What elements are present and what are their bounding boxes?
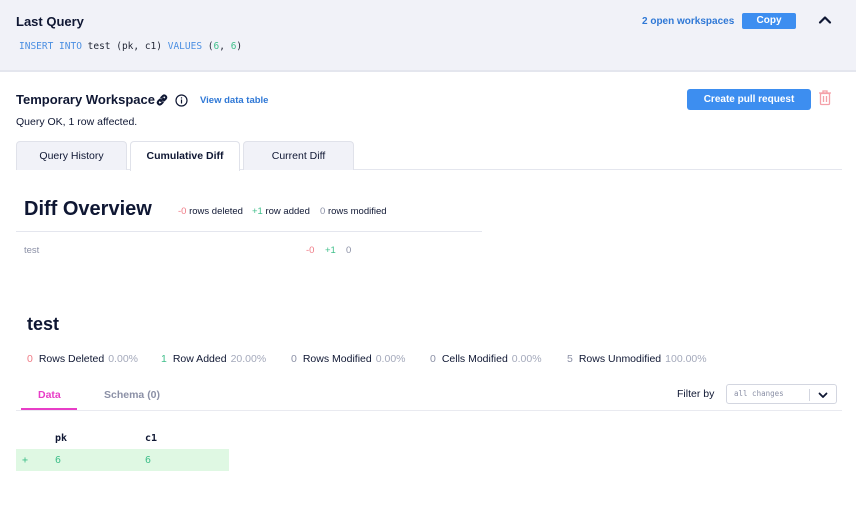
table-cell: 6	[55, 455, 62, 466]
filter-select[interactable]: all changes	[726, 384, 837, 404]
overview-deleted-count: -0	[306, 245, 315, 256]
sql-query: INSERT INTO test (pk, c1) VALUES (6, 6)	[19, 41, 242, 52]
open-workspaces-link[interactable]: 2 open workspaces	[642, 16, 734, 27]
tab-query-history[interactable]: Query History	[16, 141, 127, 170]
stat-label: Cells Modified	[441, 353, 508, 365]
info-icon[interactable]	[175, 94, 188, 107]
overview-divider	[16, 231, 482, 232]
summary-added-label: row added	[265, 206, 310, 217]
summary-deleted: -0 rows deleted	[178, 206, 243, 217]
tab-cumulative-diff[interactable]: Cumulative Diff	[130, 141, 240, 171]
table-row	[16, 449, 229, 471]
sql-text: test (pk, c1)	[81, 41, 168, 52]
last-query-panel: Last Query INSERT INTO test (pk, c1) VAL…	[0, 0, 856, 72]
sql-text: ,	[219, 41, 231, 52]
stat-count: 0	[291, 353, 297, 365]
column-header-c1: c1	[145, 433, 158, 444]
stat-rows-deleted: 0 Rows Deleted 0.00%	[27, 353, 138, 365]
chevron-up-icon[interactable]	[817, 12, 833, 28]
view-data-table-link[interactable]: View data table	[200, 95, 268, 106]
stat-count: 1	[161, 353, 167, 365]
stat-percent: 20.00%	[230, 353, 267, 365]
filter-value: all changes	[734, 389, 784, 398]
stat-count: 0	[27, 353, 33, 365]
column-header-pk: pk	[55, 433, 68, 444]
stat-cells-modified: 0 Cells Modified 0.00%	[430, 353, 542, 365]
subtab-data[interactable]: Data	[38, 389, 61, 401]
sql-keyword: VALUES	[167, 41, 203, 52]
sql-keyword: INSERT INTO	[19, 41, 82, 52]
select-separator	[809, 389, 810, 401]
stat-label: Rows Deleted	[38, 353, 105, 365]
stat-percent: 0.00%	[511, 353, 542, 365]
diff-overview-title: Diff Overview	[24, 198, 152, 220]
summary-deleted-count: -0	[178, 206, 187, 217]
stat-percent: 0.00%	[375, 353, 406, 365]
summary-deleted-label: rows deleted	[189, 206, 243, 217]
stat-percent: 100.00%	[665, 353, 707, 365]
sql-text: (	[202, 41, 214, 52]
stat-count: 5	[567, 353, 573, 365]
stat-count: 0	[430, 353, 436, 365]
copy-button[interactable]: Copy	[742, 13, 796, 29]
workspace-title: Temporary Workspace	[16, 92, 155, 107]
last-query-title: Last Query	[16, 14, 84, 29]
summary-added-count: +1	[252, 206, 263, 217]
stat-rows-modified: 0 Rows Modified 0.00%	[291, 353, 406, 365]
trash-icon[interactable]	[818, 90, 832, 106]
query-status: Query OK, 1 row affected.	[16, 116, 138, 128]
chevron-down-icon[interactable]	[817, 389, 829, 401]
subtabs-divider	[16, 410, 842, 411]
overview-added-count: +1	[325, 245, 336, 256]
active-subtab-indicator	[21, 408, 77, 410]
subtab-schema[interactable]: Schema (0)	[104, 389, 160, 401]
stat-row-added: 1 Row Added 20.00%	[161, 353, 266, 365]
stat-percent: 0.00%	[108, 353, 138, 365]
summary-modified-count: 0	[320, 206, 326, 217]
summary-modified: 0 rows modified	[320, 206, 387, 217]
stat-label: Row Added	[172, 353, 227, 365]
stat-label: Rows Modified	[302, 353, 372, 365]
filter-label: Filter by	[677, 388, 715, 400]
summary-added: +1 row added	[252, 206, 310, 217]
sql-text: )	[236, 41, 243, 52]
link-icon[interactable]	[155, 93, 169, 107]
stat-label: Rows Unmodified	[578, 353, 662, 365]
stat-rows-unmodified: 5 Rows Unmodified 100.00%	[567, 353, 707, 365]
tab-current-diff[interactable]: Current Diff	[243, 141, 354, 170]
create-pull-request-button[interactable]: Create pull request	[687, 89, 811, 110]
table-cell: 6	[145, 455, 152, 466]
overview-table-link[interactable]: test	[24, 245, 39, 256]
overview-modified-count: 0	[346, 245, 352, 256]
table-diff-title: test	[27, 314, 60, 334]
row-added-marker: +	[22, 455, 29, 466]
summary-modified-label: rows modified	[327, 206, 387, 217]
